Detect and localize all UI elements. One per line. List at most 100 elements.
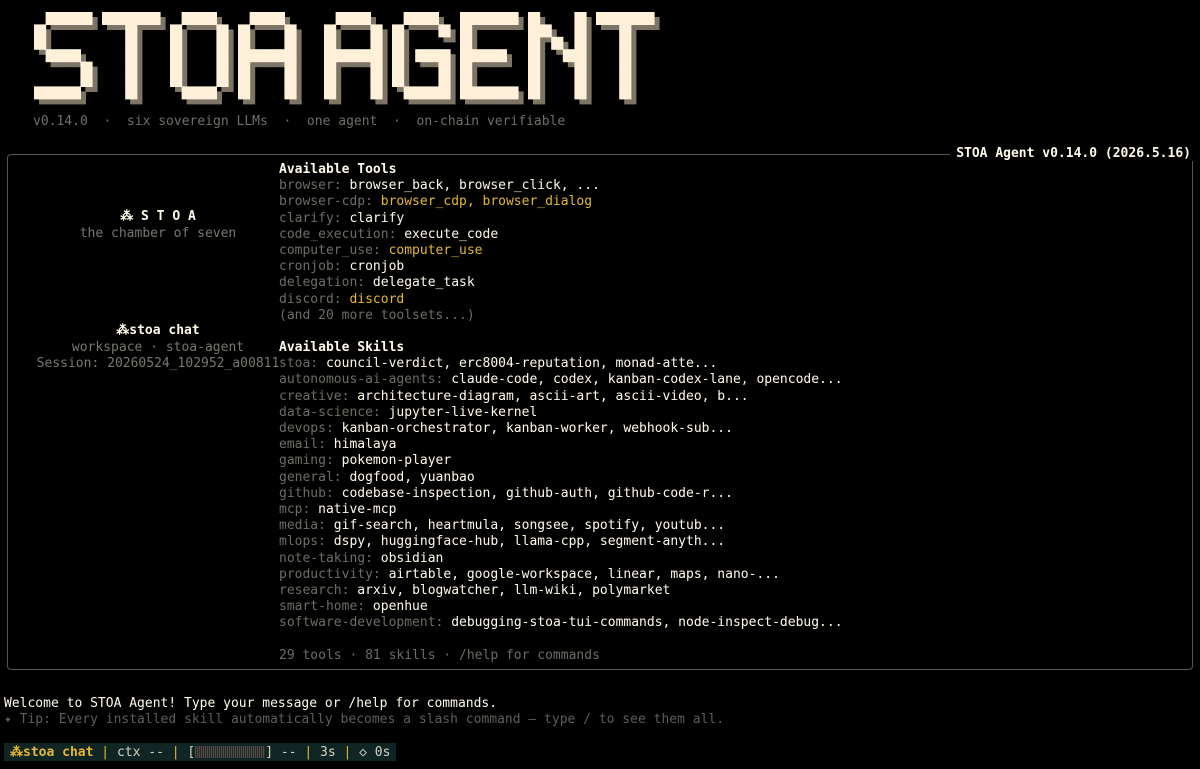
banner-pixel <box>238 74 251 87</box>
banner-pixel <box>358 49 371 63</box>
skill-row: smart-home: openhue <box>279 599 428 615</box>
banner-pixel <box>528 61 541 75</box>
banner-pixel <box>238 36 251 50</box>
banner-pixel <box>551 36 564 50</box>
banner-pixel <box>370 24 383 38</box>
banner-pixel <box>494 49 507 63</box>
skill-row: gaming: pokemon-player <box>279 453 452 469</box>
banner-pixel <box>181 12 194 25</box>
banner-pixel <box>80 74 93 87</box>
banner-pixel <box>528 74 541 87</box>
banner-pixel <box>125 49 138 63</box>
banner-pixel <box>494 12 507 25</box>
status-chat-label: ⁂stoa chat <box>10 744 94 760</box>
panel-footer: 29 tools · 81 skills · /help for command… <box>279 647 600 663</box>
banner-pixel <box>562 49 575 63</box>
banner-pixel <box>619 36 632 50</box>
banner-pixel <box>324 61 337 75</box>
banner-pixel <box>415 12 428 25</box>
skill-row: autonomous-ai-agents: claude-code, codex… <box>279 372 843 388</box>
banner-pixel <box>238 61 251 75</box>
banner-pixel <box>113 12 126 25</box>
banner-pixel <box>483 12 496 25</box>
banner-pixel <box>80 12 93 25</box>
banner-pixel <box>574 49 587 63</box>
banner-pixel <box>539 24 552 38</box>
banner-pixel <box>170 49 183 63</box>
banner-pixel <box>34 24 47 38</box>
banner-pixel <box>630 12 643 25</box>
tool-row: browser: browser_back, browser_click, ..… <box>279 178 600 194</box>
skill-row: data-science: jupyter-live-kernel <box>279 404 538 420</box>
banner-pixel <box>57 12 70 25</box>
banner-pixel <box>460 12 473 25</box>
workspace-label: workspace · stoa-agent <box>71 340 245 355</box>
banner-pixel <box>284 86 297 100</box>
banner-pixel <box>426 12 439 25</box>
banner-pixel <box>272 49 285 63</box>
banner-pixel <box>596 12 609 25</box>
banner-pixel <box>460 74 473 87</box>
banner-pixel <box>528 86 541 100</box>
banner-pixel <box>216 36 229 50</box>
banner-pixel <box>415 49 428 63</box>
banner-pixel <box>272 12 285 25</box>
banner-pixel <box>619 12 632 25</box>
skill-row: mlops: dspy, huggingface-hub, llama-cpp,… <box>279 534 726 550</box>
banner-pixel <box>102 12 115 25</box>
stoa-logo: ⁂ S T O A <box>120 209 196 224</box>
status-separator: | <box>304 744 313 760</box>
banner-pixel <box>438 86 451 100</box>
banner-pixel <box>528 12 541 25</box>
banner-pixel <box>619 74 632 87</box>
tool-row: delegation: delegate_task <box>279 275 475 291</box>
skill-row: mcp: native-mcp <box>279 501 397 517</box>
banner-pixel <box>324 74 337 87</box>
banner-pixel <box>125 12 138 25</box>
banner-pixel <box>324 36 337 50</box>
banner-pixel <box>45 12 58 25</box>
banner-pixel <box>324 86 337 100</box>
banner-pixel <box>335 12 348 25</box>
tool-row: discord: discord <box>279 291 405 307</box>
banner-pixel <box>57 49 70 63</box>
banner-pixel <box>574 74 587 87</box>
banner-pixel <box>528 36 541 50</box>
banner-pixel <box>483 49 496 63</box>
skill-row: media: gif-search, heartmula, songsee, s… <box>279 518 726 534</box>
banner-pixel <box>204 12 217 25</box>
banner-pixel <box>284 74 297 87</box>
banner-pixel <box>619 24 632 38</box>
tools-more: (and 20 more toolsets...) <box>279 307 475 323</box>
welcome-message: Welcome to STOA Agent! Type your message… <box>4 696 498 711</box>
status-bar: ⁂stoa chat | ctx -- | [] -- | 3s | ◇ 0s <box>4 743 397 761</box>
context-progress-bar <box>195 746 266 758</box>
banner-pixel <box>216 49 229 63</box>
banner-pixel <box>370 86 383 100</box>
skill-row: software-development: debugging-stoa-tui… <box>279 615 843 631</box>
banner-pixel <box>335 49 348 63</box>
banner-pixel <box>506 86 519 100</box>
tools-heading: Available Tools <box>279 162 397 177</box>
banner-pixel <box>426 86 439 100</box>
banner-pixel <box>574 24 587 38</box>
banner-pixel <box>506 12 519 25</box>
banner-pixel <box>607 12 620 25</box>
tool-row: computer_use: computer_use <box>279 242 483 258</box>
banner-pixel <box>642 12 655 25</box>
banner-pixel <box>438 24 451 38</box>
banner-pixel <box>619 61 632 75</box>
banner-pixel <box>460 49 473 63</box>
skill-row: github: codebase-inspection, github-auth… <box>279 485 733 501</box>
banner-pixel <box>170 36 183 50</box>
banner-pixel <box>45 86 58 100</box>
tool-row: cronjob: cronjob <box>279 259 405 275</box>
skill-row: note-taking: obsidian <box>279 550 444 566</box>
banner-pixel <box>494 86 507 100</box>
banner-pixel <box>238 86 251 100</box>
banner-pixel <box>471 86 484 100</box>
banner-pixel <box>392 24 405 38</box>
banner-pixel <box>370 61 383 75</box>
banner-pixel <box>125 74 138 87</box>
banner-pixel <box>136 12 149 25</box>
